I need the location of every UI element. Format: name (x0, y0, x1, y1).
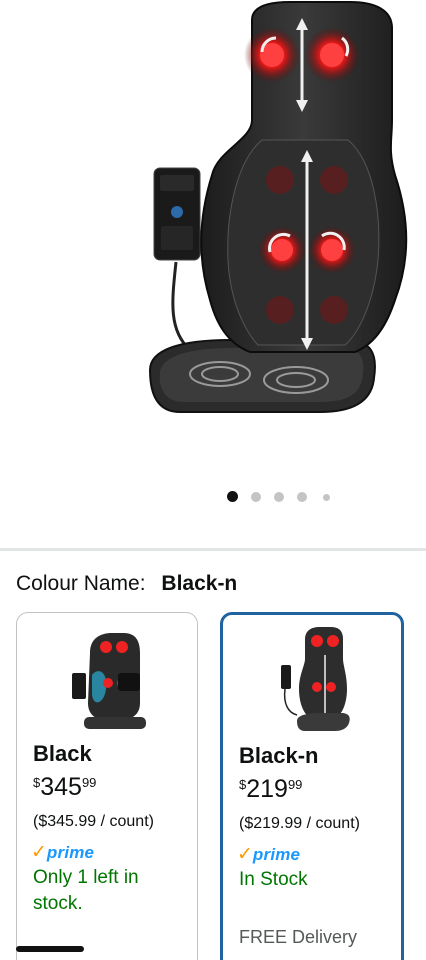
carousel-dot[interactable] (251, 492, 261, 502)
variation-option-card[interactable]: Black $34599 ($345.99 / count) ✓prime On… (16, 612, 198, 960)
variation-selected-value: Black-n (161, 572, 238, 595)
option-price: $21999 (239, 775, 303, 803)
image-carousel-dots[interactable] (0, 488, 426, 504)
variation-label: Colour Name: (16, 572, 146, 595)
prime-badge: ✓prime (237, 844, 301, 865)
variation-option-card-selected[interactable]: Black-n $21999 ($219.99 / count) ✓prime … (220, 612, 404, 960)
prime-check-icon: ✓ (31, 842, 47, 863)
option-name: Black (33, 741, 92, 766)
section-divider (0, 548, 426, 551)
option-availability: In Stock (239, 869, 308, 890)
massage-seat-illustration (148, 0, 408, 413)
carousel-dot[interactable] (323, 494, 330, 501)
product-image[interactable] (0, 0, 426, 470)
carousel-dot[interactable] (274, 492, 284, 502)
carousel-dot[interactable] (297, 492, 307, 502)
option-unit-price: ($219.99 / count) (239, 815, 360, 832)
option-delivery: FREE Delivery (239, 927, 358, 947)
option-unit-price: ($345.99 / count) (33, 813, 154, 830)
variation-header: Colour Name: Black-n (16, 572, 237, 596)
prime-check-icon: ✓ (237, 844, 253, 865)
bottom-scroll-indicator (16, 946, 84, 952)
variation-thumbnail (281, 627, 350, 731)
variation-thumbnail (72, 633, 146, 729)
option-name: Black-n (239, 743, 319, 768)
option-availability: Only 1 left in stock. (33, 867, 139, 914)
carousel-dot[interactable] (227, 491, 238, 502)
prime-badge: ✓prime (31, 842, 95, 863)
option-price: $34599 (33, 773, 97, 801)
